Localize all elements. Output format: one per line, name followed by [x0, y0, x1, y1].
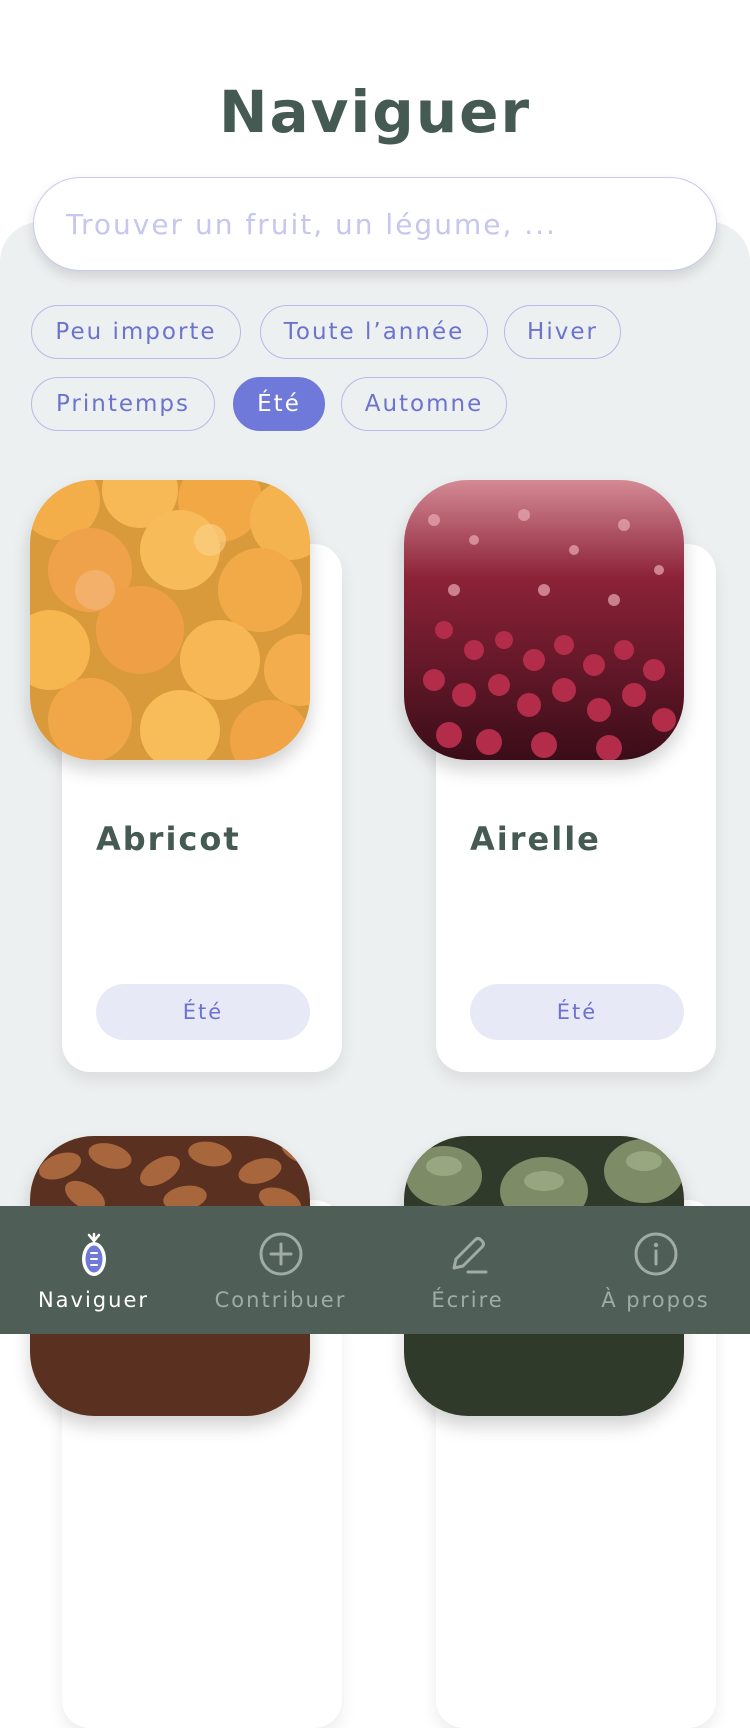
nav-label: À propos: [601, 1288, 710, 1312]
nav-item-contribuer[interactable]: Contribuer: [187, 1206, 374, 1334]
chip-hiver[interactable]: Hiver: [504, 305, 621, 359]
nav-label: Contribuer: [214, 1288, 347, 1312]
season-badge: Été: [470, 984, 684, 1040]
nav-item-ecrire[interactable]: Écrire: [374, 1206, 561, 1334]
chip-printemps[interactable]: Printemps: [31, 377, 215, 431]
bottom-nav: Naviguer Contribuer Écrire À propos: [0, 1206, 750, 1334]
abricot-image: [30, 480, 310, 760]
nav-label: Écrire: [431, 1288, 504, 1312]
pencil-icon: [452, 1237, 487, 1274]
airelle-image: [404, 480, 684, 760]
card-name: Abricot: [96, 820, 241, 858]
info-icon: [634, 1232, 677, 1276]
chip-toute-l-annee[interactable]: Toute l’année: [260, 305, 488, 359]
nav-item-a-propos[interactable]: À propos: [562, 1206, 749, 1334]
page-title: Naviguer: [218, 78, 532, 146]
season-badge: Été: [96, 984, 310, 1040]
card-name: Airelle: [470, 820, 601, 858]
chip-ete[interactable]: Été: [233, 377, 325, 431]
carrot-icon: [81, 1232, 106, 1276]
nav-label: Naviguer: [37, 1288, 150, 1312]
plus-circle-icon: [259, 1232, 302, 1276]
search-input[interactable]: [64, 206, 686, 242]
nav-item-naviguer[interactable]: Naviguer: [0, 1206, 187, 1334]
chip-peu-importe[interactable]: Peu importe: [31, 305, 241, 359]
search-bar[interactable]: [33, 177, 717, 271]
chip-automne[interactable]: Automne: [341, 377, 507, 431]
